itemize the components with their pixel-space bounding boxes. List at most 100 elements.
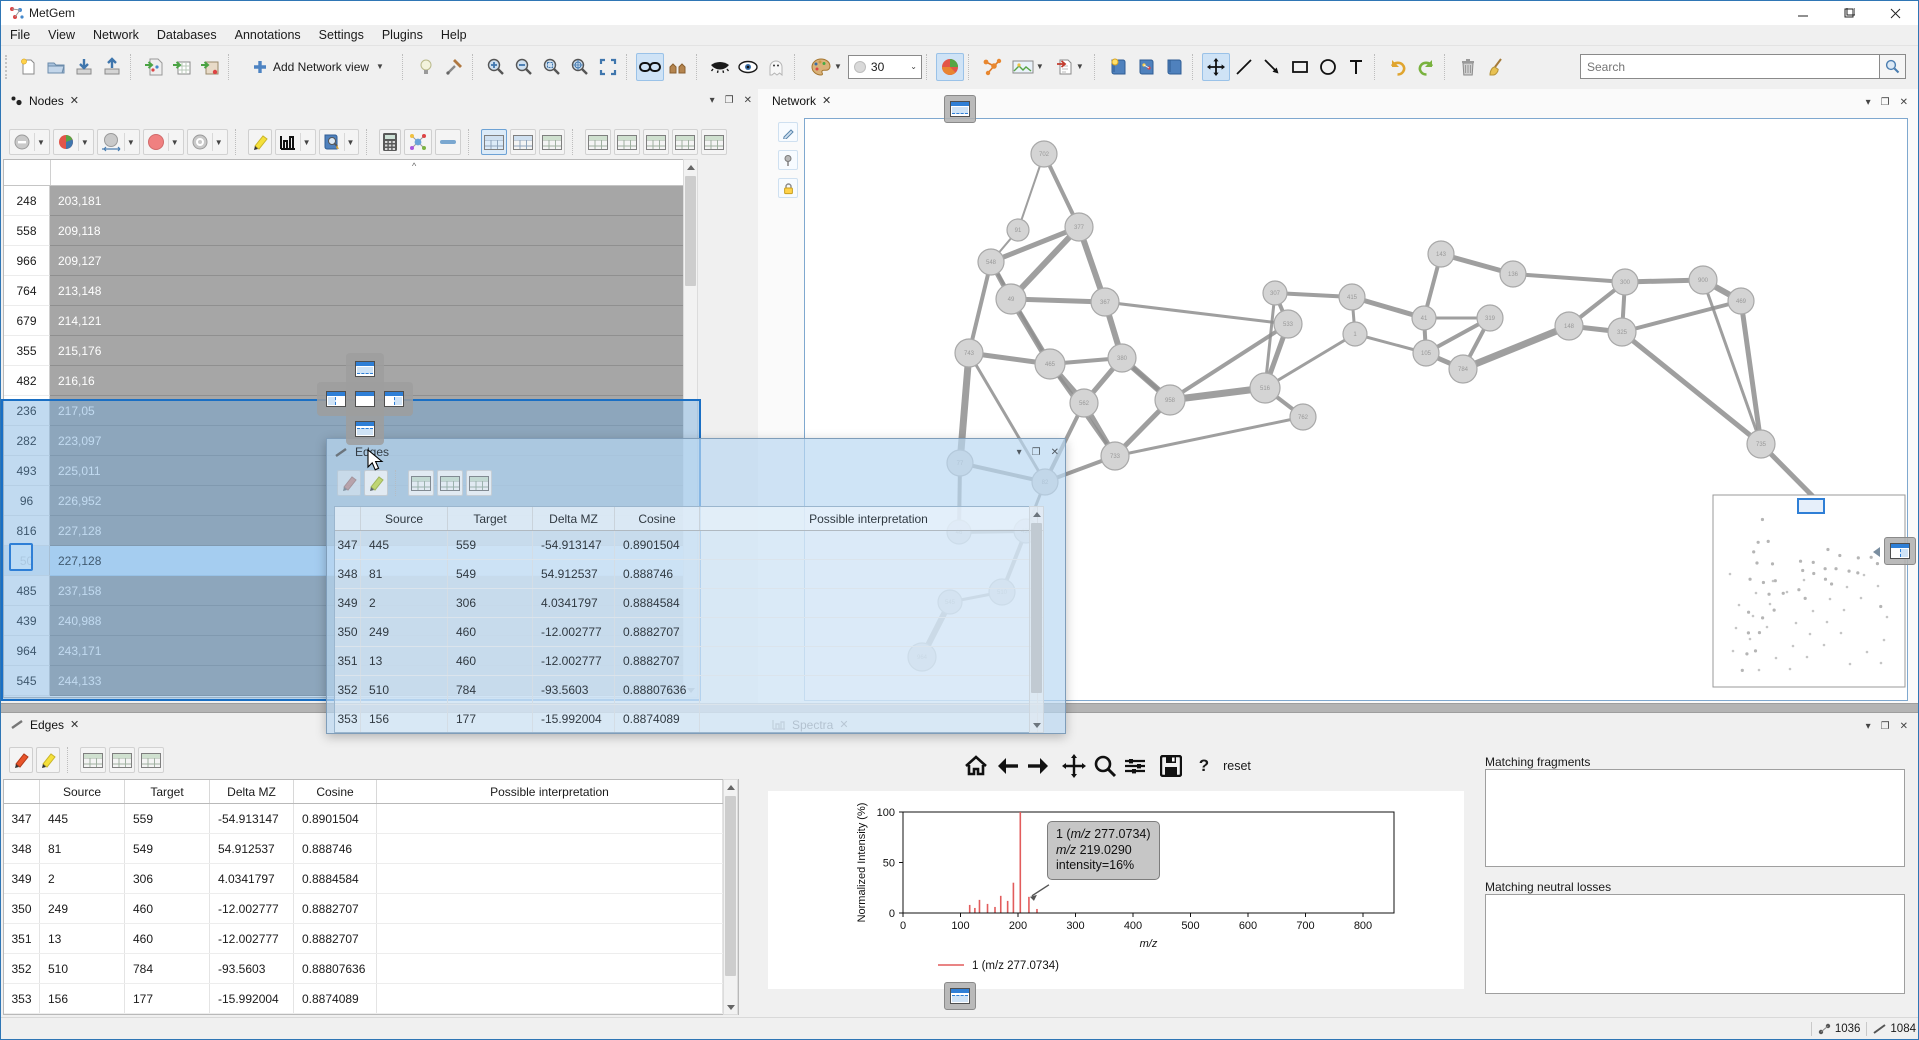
- zoom-out-button[interactable]: [510, 53, 538, 81]
- search-input[interactable]: [1580, 54, 1880, 79]
- menu-network[interactable]: Network: [84, 25, 148, 46]
- nodes-table-row[interactable]: 558209,118: [4, 216, 697, 246]
- tools-button[interactable]: [440, 53, 468, 81]
- pie-chart-button[interactable]: [936, 53, 964, 81]
- table-borders-button[interactable]: [80, 747, 106, 773]
- nodes-table-header[interactable]: ^: [4, 160, 697, 186]
- neighbors-button[interactable]: [664, 53, 692, 81]
- column-header-Possible interpretation[interactable]: Possible interpretation: [700, 507, 1038, 530]
- table-green-3-button[interactable]: [643, 129, 669, 155]
- column-header-Delta MZ[interactable]: Delta MZ: [533, 507, 615, 530]
- save-project-as-button[interactable]: [98, 53, 126, 81]
- edges-table-row[interactable]: 353156177-15.9920040.8874089: [4, 984, 738, 1014]
- dock-float-icon[interactable]: ❐: [1032, 447, 1041, 458]
- spectrum-figure[interactable]: 0100200300400500600700800050100m/zNormal…: [768, 791, 1464, 989]
- nodes-table-row[interactable]: 966209,127: [4, 246, 697, 276]
- search-button[interactable]: [1880, 54, 1906, 79]
- show-items-button[interactable]: [734, 53, 762, 81]
- red-pen-button[interactable]: [9, 747, 33, 773]
- floating-edges-panel[interactable]: Edges ▾❐✕ SourceTargetDelta MZCosinePoss…: [326, 438, 1066, 734]
- dock-indicator-window-top[interactable]: [944, 95, 976, 123]
- nodes-table-row[interactable]: 248203,181: [4, 186, 697, 216]
- table-green-2-button[interactable]: [614, 129, 640, 155]
- menu-help[interactable]: Help: [432, 25, 476, 46]
- open-project-button[interactable]: [42, 53, 70, 81]
- chevron-down-icon[interactable]: ▼: [34, 133, 47, 151]
- dock-indicator-window-right[interactable]: [1884, 537, 1916, 565]
- edges-table-row[interactable]: 3488154954.9125370.888746: [4, 834, 738, 864]
- line-tool-button[interactable]: [1230, 53, 1258, 81]
- zoom-fit-button[interactable]: [566, 53, 594, 81]
- edges-table-row[interactable]: 347445559-54.9131470.8901504: [335, 531, 1043, 560]
- chevron-down-icon[interactable]: ▼: [168, 133, 181, 151]
- table-fit-button[interactable]: [539, 129, 565, 155]
- edges-table-row[interactable]: 350249460-12.0027770.8882707: [335, 618, 1043, 647]
- menu-file[interactable]: File: [1, 25, 39, 46]
- edges-table-row[interactable]: 353156177-15.9920040.8874089: [335, 705, 1043, 733]
- matching-neutral-losses-box[interactable]: [1485, 894, 1905, 994]
- table-column-button[interactable]: [109, 747, 135, 773]
- network-layout-button[interactable]: [978, 53, 1006, 81]
- menu-databases[interactable]: Databases: [148, 25, 226, 46]
- dock-close-icon[interactable]: ✕: [1900, 721, 1908, 732]
- menu-annotations[interactable]: Annotations: [226, 25, 310, 46]
- clean-button[interactable]: [1482, 53, 1510, 81]
- redo-button[interactable]: [1412, 53, 1440, 81]
- plot-pan-button[interactable]: [1059, 751, 1089, 781]
- column-header-Target[interactable]: Target: [125, 780, 210, 803]
- floating-table-scrollbar[interactable]: [1029, 506, 1044, 733]
- undo-button[interactable]: [1384, 53, 1412, 81]
- export-report-button[interactable]: ▼: [1050, 53, 1090, 81]
- arrow-tool-button[interactable]: [1258, 53, 1286, 81]
- tab-nodes[interactable]: Nodes ✕: [3, 89, 756, 112]
- database-bulb-button[interactable]: [1104, 53, 1132, 81]
- edges-table-row[interactable]: 352510784-93.56030.88807636: [4, 954, 738, 984]
- dock-indicator-right[interactable]: [378, 385, 410, 413]
- minimap-collapse-arrow-icon[interactable]: [1873, 547, 1880, 557]
- dash-button[interactable]: [435, 129, 461, 155]
- plot-reset-button[interactable]: reset: [1215, 751, 1259, 781]
- lookup-database-button[interactable]: ▼: [319, 129, 360, 155]
- move-tool-button[interactable]: [1202, 53, 1230, 81]
- floating-table-header[interactable]: SourceTargetDelta MZCosinePossible inter…: [335, 507, 1043, 531]
- menu-settings[interactable]: Settings: [310, 25, 373, 46]
- plot-zoom-button[interactable]: [1090, 751, 1120, 781]
- show-annotations-button[interactable]: [412, 53, 440, 81]
- menu-plugins[interactable]: Plugins: [373, 25, 432, 46]
- column-header-id[interactable]: [4, 780, 40, 803]
- dock-close-icon[interactable]: ✕: [1900, 97, 1908, 108]
- ellipse-tool-button[interactable]: [1314, 53, 1342, 81]
- database-molecule-button[interactable]: [1132, 53, 1160, 81]
- column-header-Source[interactable]: Source: [361, 507, 448, 530]
- table-green-1-button[interactable]: [585, 129, 611, 155]
- table-fit-button[interactable]: [466, 470, 492, 496]
- chevron-down-icon[interactable]: ▼: [300, 133, 313, 151]
- chevron-down-icon[interactable]: ▼: [78, 133, 91, 151]
- dock-float-icon[interactable]: ❐: [725, 95, 734, 106]
- dock-indicator-window-bottom[interactable]: [944, 982, 976, 1010]
- import-data-button[interactable]: [140, 53, 168, 81]
- red-pen-button[interactable]: [337, 470, 361, 496]
- add-network-view-button[interactable]: Add Network view ▼: [238, 53, 398, 81]
- delete-button[interactable]: [1454, 53, 1482, 81]
- column-header-Possible interpretation[interactable]: Possible interpretation: [377, 780, 723, 803]
- edges-table-scrollbar[interactable]: [723, 779, 738, 1015]
- table-borders-button[interactable]: [481, 129, 507, 155]
- nodes-table-row[interactable]: 764213,148: [4, 276, 697, 306]
- menu-view[interactable]: View: [39, 25, 84, 46]
- lock-button[interactable]: [778, 178, 798, 198]
- dock-close-icon[interactable]: ✕: [744, 95, 752, 106]
- palette-button[interactable]: ▼: [804, 53, 848, 81]
- node-resize-button[interactable]: ▼: [97, 129, 140, 155]
- nodes-table-row[interactable]: 679214,121: [4, 306, 697, 336]
- column-header-Cosine[interactable]: Cosine: [615, 507, 700, 530]
- close-button[interactable]: [1872, 1, 1918, 25]
- edges-table-row[interactable]: 347445559-54.9131470.8901504: [4, 804, 738, 834]
- ghost-mode-button[interactable]: [762, 53, 790, 81]
- dock-menu-icon[interactable]: ▾: [1866, 97, 1871, 108]
- floating-panel-titlebar[interactable]: Edges ▾❐✕: [327, 439, 1065, 465]
- edges-table-row[interactable]: 34923064.03417970.8884584: [4, 864, 738, 894]
- edges-table-header[interactable]: SourceTargetDelta MZCosinePossible inter…: [4, 780, 738, 804]
- pie-color-button[interactable]: ▼: [53, 129, 94, 155]
- save-project-button[interactable]: [70, 53, 98, 81]
